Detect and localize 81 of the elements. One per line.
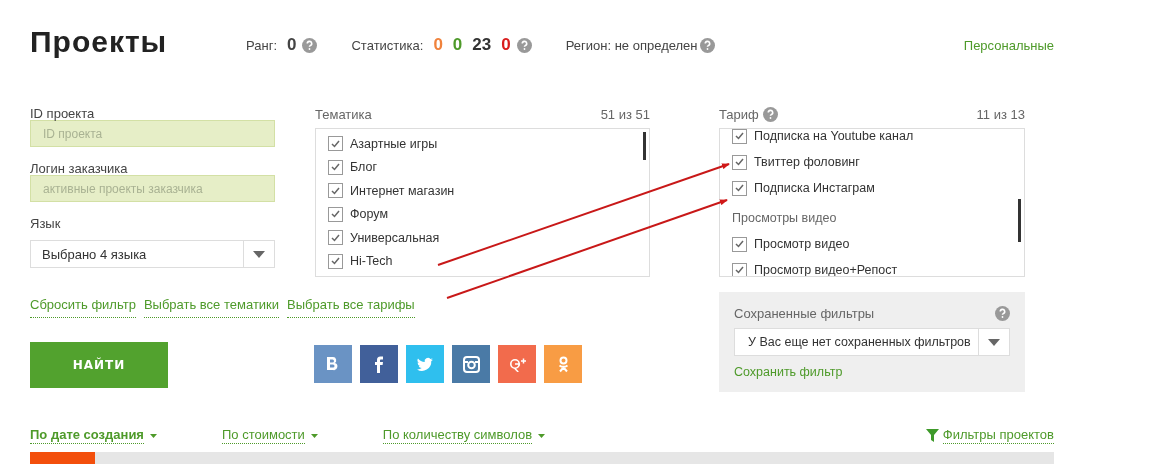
checkbox[interactable] — [732, 154, 747, 170]
checkbox-label[interactable]: Hi-Tech — [350, 254, 393, 269]
help-icon[interactable] — [762, 106, 778, 122]
checkbox[interactable] — [732, 262, 747, 276]
checkbox[interactable] — [328, 159, 343, 175]
checkbox-label[interactable]: Просмотр видео — [754, 237, 850, 251]
check-icon — [735, 184, 744, 192]
selected-count: 11 из 13 — [976, 106, 1025, 122]
personal-link[interactable]: Персональные — [963, 37, 1054, 53]
field-label: Логин заказчика — [30, 160, 129, 178]
field-label: ID проекта — [30, 105, 96, 123]
selected-count: 51 из 51 — [600, 106, 650, 122]
camera-icon[interactable] — [452, 345, 490, 383]
checkbox[interactable] — [328, 183, 343, 199]
facebook-icon[interactable] — [360, 345, 398, 383]
page-title: Проекты — [30, 25, 169, 59]
vip-badge — [30, 452, 95, 464]
checkbox-label[interactable]: Азартные игры — [350, 136, 438, 151]
check-icon — [331, 233, 340, 242]
region-label: Регион: не определен — [565, 37, 698, 53]
language-select[interactable]: Выбрано 4 языка — [30, 240, 275, 268]
checkbox-label[interactable]: Просмотр видео+Репост — [754, 263, 898, 276]
rank-label: Ранг: — [246, 37, 277, 53]
checkbox[interactable] — [732, 129, 747, 144]
stat-value: 0 — [501, 35, 511, 55]
checkbox-label[interactable]: Подписка на Youtube канал — [754, 129, 914, 143]
scrollbar[interactable] — [1018, 199, 1021, 242]
rank-value: 0 — [287, 35, 297, 55]
help-icon[interactable] — [516, 37, 532, 53]
sort-link[interactable]: По стоимости — [221, 427, 305, 444]
caret-icon — [149, 433, 157, 438]
filter-link[interactable]: Выбрать все тематики — [143, 297, 280, 318]
caret-icon — [988, 338, 1000, 346]
stat-value: 23 — [472, 35, 492, 55]
vk-icon[interactable] — [314, 345, 352, 383]
checkbox[interactable] — [328, 230, 343, 246]
check-icon — [331, 257, 340, 266]
panel-title: Сохраненные фильтры — [734, 305, 875, 321]
section-label: Тематика — [315, 106, 372, 122]
check-icon — [331, 210, 340, 219]
group-heading: Просмотры видео — [732, 210, 838, 227]
checkbox-label[interactable]: Подписка Инстаграм — [754, 181, 875, 195]
checkbox-label[interactable]: Универсальная — [350, 230, 440, 245]
check-icon — [331, 186, 340, 195]
help-icon[interactable] — [302, 37, 318, 53]
caret-icon — [253, 250, 265, 258]
section-label: Тариф — [719, 106, 759, 122]
checkbox-label[interactable]: Блог — [350, 160, 377, 175]
checkbox[interactable] — [732, 180, 747, 196]
saved-filters-select[interactable]: У Вас еще нет сохраненных фильтров — [734, 328, 1010, 356]
checkbox-label[interactable]: Твиттер фоловинг — [754, 155, 860, 169]
stat-value: 0 — [452, 35, 463, 55]
checkbox-label[interactable]: Интернет магазин — [350, 183, 455, 198]
sort-link[interactable]: По количеству символов — [382, 427, 533, 444]
checkbox-label[interactable]: Форум — [350, 207, 388, 222]
stat-value: 0 — [433, 35, 443, 55]
check-icon — [331, 139, 340, 148]
scrollbar[interactable] — [643, 132, 646, 160]
sort-link[interactable]: По дате создания — [30, 427, 144, 444]
checkbox[interactable] — [328, 253, 343, 269]
caret-icon — [538, 433, 546, 438]
checkbox[interactable] — [328, 136, 343, 152]
check-icon — [735, 132, 744, 140]
check-icon — [735, 266, 744, 274]
check-icon — [735, 158, 744, 166]
input-field[interactable]: активные проекты заказчика — [30, 175, 275, 202]
checkbox[interactable] — [328, 206, 343, 222]
project-filters-link[interactable]: Фильтры проектов — [942, 427, 1054, 444]
caret-icon — [310, 433, 318, 438]
check-icon — [735, 240, 744, 248]
filter-link[interactable]: Выбрать все тарифы — [287, 297, 415, 318]
filter-icon — [925, 429, 939, 442]
check-icon — [331, 163, 340, 172]
help-icon[interactable] — [699, 37, 715, 53]
input-field[interactable]: ID проекта — [30, 120, 275, 147]
help-icon[interactable] — [995, 305, 1010, 321]
google-plus-icon[interactable] — [498, 345, 536, 383]
field-label: Язык — [30, 215, 62, 233]
filter-link[interactable]: Сбросить фильтр — [30, 297, 136, 318]
stats-label: Статистика: — [351, 37, 424, 53]
checkbox[interactable] — [732, 236, 747, 252]
